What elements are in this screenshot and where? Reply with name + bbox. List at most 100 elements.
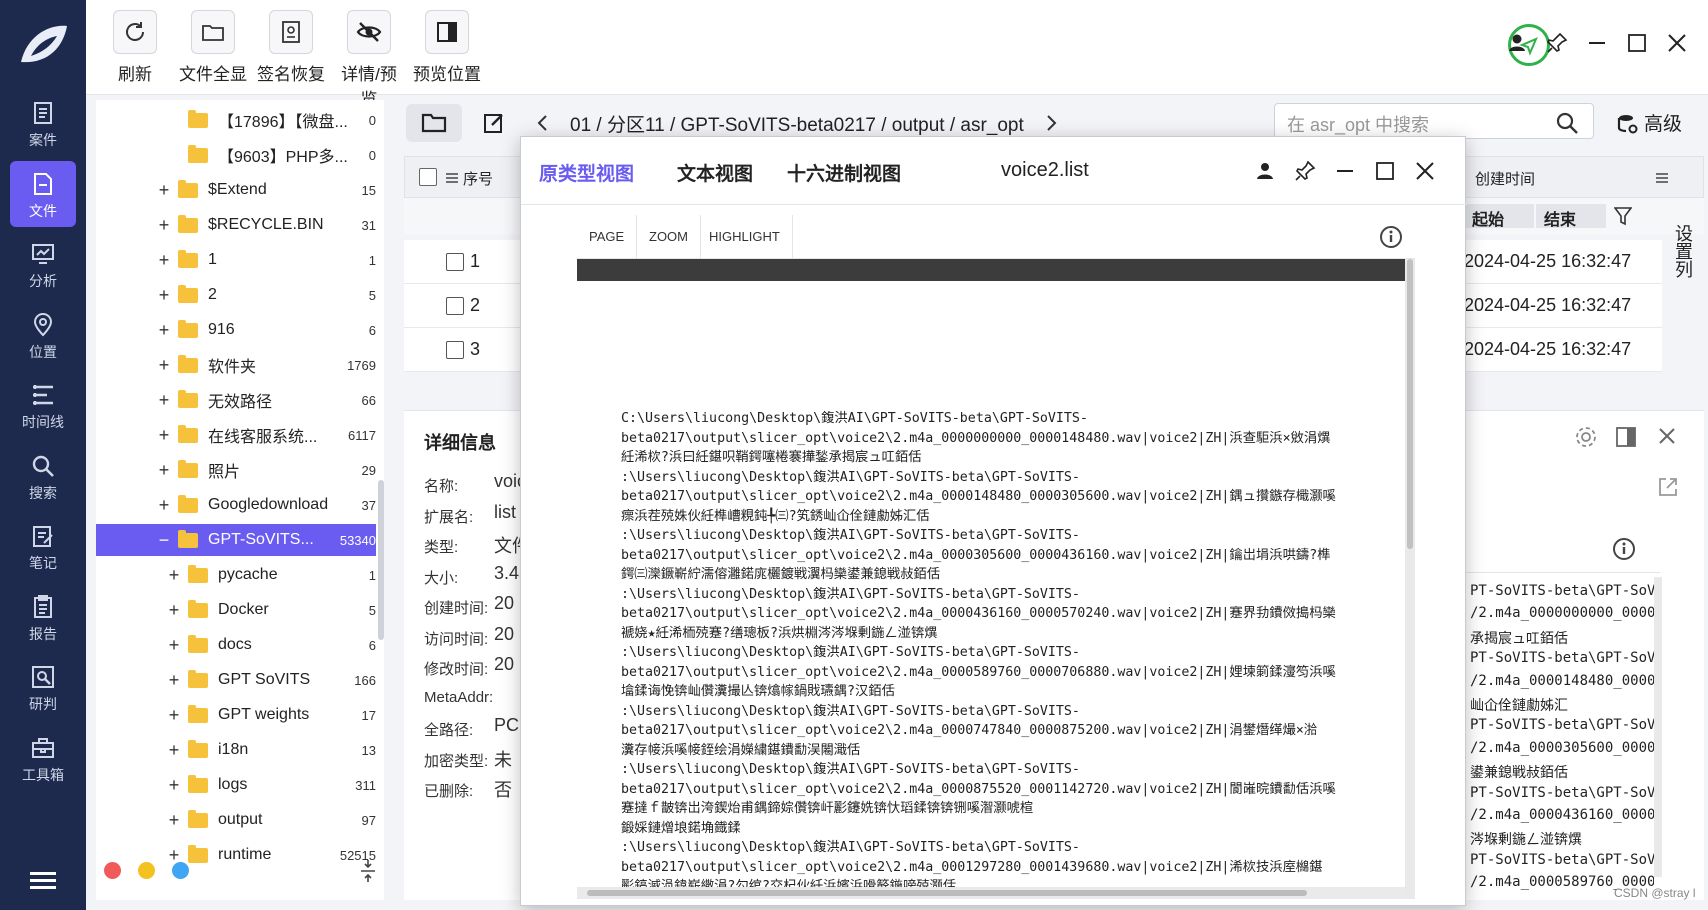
advanced-search-button[interactable]: 高级: [1644, 109, 1682, 136]
expand-toggle[interactable]: +: [166, 740, 182, 761]
tree-item[interactable]: + logs 311: [96, 769, 376, 801]
expand-toggle[interactable]: +: [156, 390, 172, 411]
panel-right-icon[interactable]: [1614, 425, 1638, 449]
maximize-icon[interactable]: [1624, 30, 1650, 56]
tree-item[interactable]: 【9603】PHP多... 0: [96, 139, 376, 171]
yellow-dot[interactable]: [138, 862, 155, 879]
tree-item[interactable]: + GPT weights 17: [96, 699, 376, 731]
detail-preview-button[interactable]: 详情/预览: [334, 10, 404, 110]
expand-toggle[interactable]: +: [156, 215, 172, 236]
minimize-icon[interactable]: [1333, 159, 1357, 183]
search-input[interactable]: 在 asr_opt 中搜索: [1274, 103, 1594, 139]
nav-item-note[interactable]: 笔记: [10, 513, 76, 579]
tree-item[interactable]: + output 97: [96, 804, 376, 836]
search-icon[interactable]: [1554, 110, 1580, 136]
info-icon[interactable]: [1379, 225, 1403, 249]
nav-item-case[interactable]: 案件: [10, 90, 76, 156]
folder-view-button[interactable]: [406, 104, 462, 142]
preview-position-button[interactable]: 预览位置: [412, 10, 482, 85]
tree-item[interactable]: + i18n 13: [96, 734, 376, 766]
user-icon[interactable]: [1253, 159, 1277, 183]
expand-toggle[interactable]: +: [156, 320, 172, 341]
file-overview-button[interactable]: 文件全显: [178, 10, 248, 85]
pin-icon[interactable]: [1293, 159, 1317, 183]
select-all-checkbox[interactable]: [419, 168, 437, 186]
nav-item-toolbox[interactable]: 工具箱: [10, 725, 76, 791]
row-checkbox[interactable]: [446, 253, 464, 271]
signature-restore-button[interactable]: 签名恢复: [256, 10, 326, 85]
close-icon[interactable]: [1664, 30, 1690, 56]
nav-item-file[interactable]: 文件: [10, 160, 76, 227]
tab-hex-view[interactable]: 十六进制视图: [787, 159, 901, 186]
nav-item-location[interactable]: 位置: [10, 302, 76, 368]
expand-toggle[interactable]: +: [156, 285, 172, 306]
tree-item[interactable]: − GPT-SoVITS... 53340: [96, 524, 376, 556]
tree-item[interactable]: +2 5: [96, 279, 376, 311]
info-icon[interactable]: [1612, 537, 1636, 561]
tree-item[interactable]: + Docker 5: [96, 594, 376, 626]
tree-item[interactable]: + $RECYCLE.BIN 31: [96, 209, 376, 241]
nav-item-analysis[interactable]: 分析: [10, 231, 76, 297]
expand-toggle[interactable]: +: [166, 600, 182, 621]
tab-native-view[interactable]: 原类型视图: [539, 159, 634, 186]
pin-icon[interactable]: [1544, 30, 1570, 56]
tree-item[interactable]: + GPT SoVITS 166: [96, 664, 376, 696]
horizontal-scrollbar[interactable]: [577, 887, 1405, 899]
tree-item[interactable]: + 软件夹 1769: [96, 349, 376, 381]
h-scroll-thumb[interactable]: [587, 890, 1307, 896]
close-icon[interactable]: [1413, 159, 1437, 183]
gear-icon[interactable]: [1574, 425, 1598, 449]
nav-item-search[interactable]: 搜索: [10, 443, 76, 509]
tree-item[interactable]: + 无效路径 66: [96, 384, 376, 416]
filter-start[interactable]: 起始: [1464, 204, 1534, 229]
tab-text-view[interactable]: 文本视图: [677, 159, 753, 186]
chevron-right-icon[interactable]: [1044, 114, 1058, 132]
highlight-button[interactable]: HIGHLIGHT: [697, 215, 793, 259]
red-dot[interactable]: [104, 862, 121, 879]
filter-end[interactable]: 结束: [1536, 204, 1606, 229]
page-button[interactable]: PAGE: [577, 215, 638, 259]
expand-toggle[interactable]: +: [156, 460, 172, 481]
filter-icon[interactable]: [1614, 206, 1632, 226]
expand-toggle[interactable]: +: [156, 355, 172, 376]
side-scrollbar[interactable]: [1654, 577, 1662, 877]
user-icon[interactable]: [1504, 30, 1530, 56]
edit-button[interactable]: [466, 104, 522, 142]
tree-item[interactable]: + docs 6: [96, 629, 376, 661]
tree-item[interactable]: +1 1: [96, 244, 376, 276]
breadcrumb[interactable]: 01 / 分区11 / GPT-SoVITS-beta0217 / output…: [570, 110, 1024, 137]
expand-toggle[interactable]: +: [166, 635, 182, 656]
expand-toggle[interactable]: +: [156, 180, 172, 201]
tree-item[interactable]: + $Extend 15: [96, 174, 376, 206]
minimize-icon[interactable]: [1584, 30, 1610, 56]
expand-toggle[interactable]: +: [166, 705, 182, 726]
tree-item[interactable]: + 照片 29: [96, 454, 376, 486]
menu-icon[interactable]: [30, 870, 56, 890]
nav-item-timeline[interactable]: 时间线: [10, 372, 76, 438]
nav-item-report[interactable]: 报告: [10, 584, 76, 650]
settings-columns[interactable]: 设置列: [1666, 160, 1700, 390]
nav-item-judge[interactable]: 研判: [10, 654, 76, 720]
tree-item[interactable]: + 在线客服系统... 6117: [96, 419, 376, 451]
expand-toggle[interactable]: +: [166, 810, 182, 831]
maximize-icon[interactable]: [1373, 159, 1397, 183]
scroll-thumb[interactable]: [1407, 259, 1413, 549]
zoom-button[interactable]: ZOOM: [637, 215, 701, 259]
expand-toggle[interactable]: +: [166, 670, 182, 691]
tree-scrollbar[interactable]: [378, 480, 384, 640]
collapse-toggle[interactable]: −: [156, 530, 172, 551]
tree-item[interactable]: +916 6: [96, 314, 376, 346]
row-checkbox[interactable]: [446, 341, 464, 359]
row-checkbox[interactable]: [446, 297, 464, 315]
tree-item[interactable]: + Googledownload 37: [96, 489, 376, 521]
vertical-scrollbar[interactable]: [1405, 259, 1415, 899]
refresh-button[interactable]: 刷新: [100, 10, 170, 85]
expand-toggle[interactable]: +: [156, 495, 172, 516]
collapse-icon[interactable]: [358, 858, 378, 884]
expand-toggle[interactable]: +: [156, 250, 172, 271]
external-link-icon[interactable]: [1656, 475, 1680, 499]
col-created[interactable]: 创建时间: [1475, 168, 1535, 189]
expand-toggle[interactable]: +: [166, 775, 182, 796]
expand-toggle[interactable]: +: [156, 425, 172, 446]
tree-item[interactable]: + pycache 1: [96, 559, 376, 591]
